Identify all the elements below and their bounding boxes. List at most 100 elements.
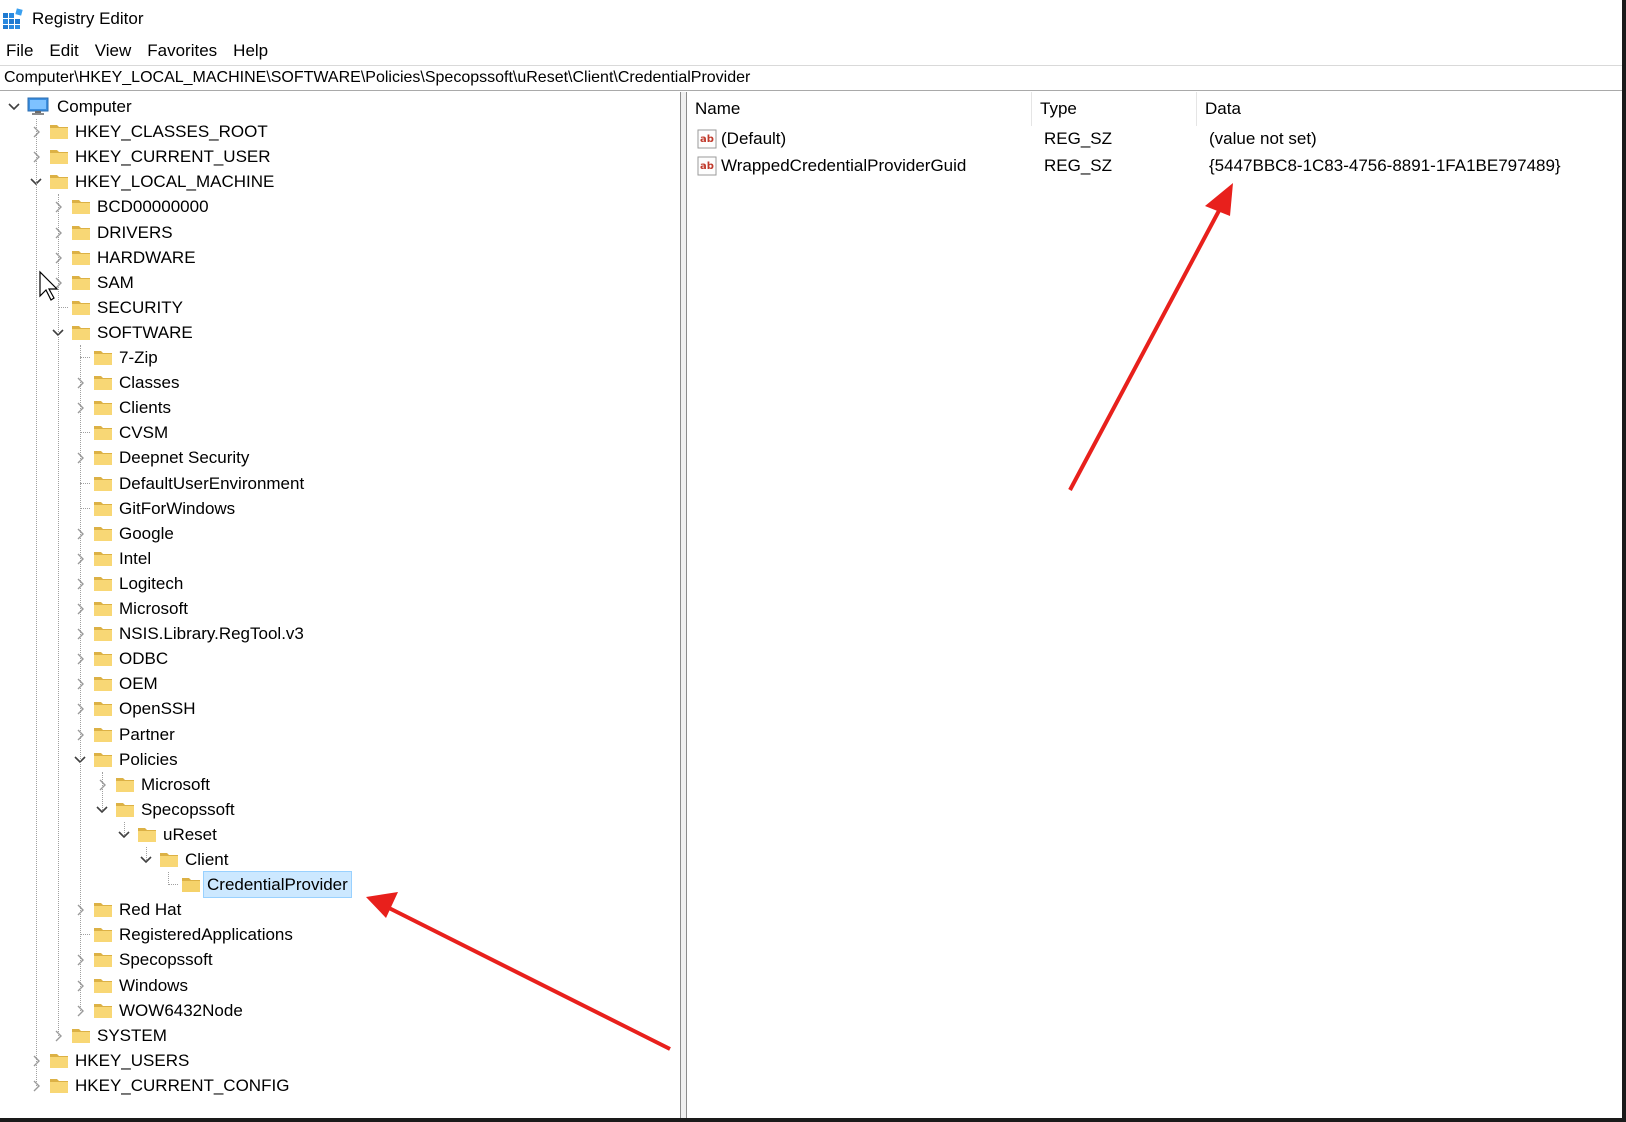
tree-node-label[interactable]: Google [116, 521, 177, 546]
tree-node-label[interactable]: Microsoft [138, 772, 213, 797]
tree-node-label[interactable]: HKEY_USERS [72, 1048, 192, 1073]
tree-node-label[interactable]: WOW6432Node [116, 998, 246, 1023]
tree-node-label[interactable]: HKEY_LOCAL_MACHINE [72, 169, 277, 194]
tree-node-label[interactable]: Client [182, 847, 231, 872]
tree-node-label[interactable]: OEM [116, 671, 161, 696]
tree-node-label[interactable]: Specopssoft [116, 947, 216, 972]
tree-node-label[interactable]: RegisteredApplications [116, 922, 296, 947]
tree-node-label[interactable]: DefaultUserEnvironment [116, 471, 307, 496]
tree-node-label[interactable]: Microsoft [116, 596, 191, 621]
tree-node[interactable]: BCD00000000 [0, 194, 675, 219]
tree-node-label[interactable]: HKEY_CLASSES_ROOT [72, 119, 271, 144]
column-header-data[interactable]: Data [1197, 92, 1626, 126]
tree-node-label[interactable]: HKEY_CURRENT_CONFIG [72, 1073, 292, 1098]
menu-bar: File Edit View Favorites Help [0, 38, 1626, 64]
string-value-icon: ab [697, 156, 717, 176]
tree-node-label[interactable]: Computer [54, 94, 135, 119]
folder-icon [92, 948, 114, 970]
tree-node-label[interactable]: HARDWARE [94, 245, 199, 270]
tree-node[interactable]: Deepnet Security [0, 445, 675, 470]
tree-node-label[interactable]: SAM [94, 270, 137, 295]
tree-node-label[interactable]: BCD00000000 [94, 194, 212, 219]
tree-node[interactable]: Policies [0, 747, 675, 772]
tree-node-label[interactable]: Partner [116, 722, 178, 747]
tree-node-label[interactable]: Windows [116, 973, 191, 998]
tree-node-label[interactable]: CredentialProvider [203, 871, 352, 899]
folder-icon [158, 848, 180, 870]
tree-node-label[interactable]: Deepnet Security [116, 445, 252, 470]
column-header-name[interactable]: Name [687, 92, 1032, 126]
tree-node[interactable]: Specopssoft [0, 947, 675, 972]
menu-view[interactable]: View [89, 41, 142, 61]
tree-node[interactable]: Google [0, 521, 675, 546]
tree-node-label[interactable]: NSIS.Library.RegTool.v3 [116, 621, 307, 646]
tree-node[interactable]: OEM [0, 671, 675, 696]
tree-node-label[interactable]: Specopssoft [138, 797, 238, 822]
tree-node[interactable]: HKEY_LOCAL_MACHINE [0, 169, 675, 194]
menu-edit[interactable]: Edit [43, 41, 88, 61]
tree-node[interactable]: HKEY_CURRENT_CONFIG [0, 1073, 675, 1098]
tree-node[interactable]: 7-Zip [0, 345, 675, 370]
tree-node[interactable]: RegisteredApplications [0, 922, 675, 947]
tree-node-label[interactable]: Classes [116, 370, 182, 395]
tree-node[interactable]: SYSTEM [0, 1023, 675, 1048]
tree-node[interactable]: HKEY_USERS [0, 1048, 675, 1073]
tree-node[interactable]: DefaultUserEnvironment [0, 471, 675, 496]
tree-node[interactable]: Logitech [0, 571, 675, 596]
tree-node[interactable]: CVSM [0, 420, 675, 445]
collapse-chevron-icon[interactable] [7, 100, 21, 114]
tree-node[interactable]: NSIS.Library.RegTool.v3 [0, 621, 675, 646]
tree-node[interactable]: Windows [0, 973, 675, 998]
tree-node[interactable]: GitForWindows [0, 496, 675, 521]
tree-node-label[interactable]: Logitech [116, 571, 186, 596]
values-list-pane[interactable]: Name Type Data ab (Default) REG_SZ (value n… [687, 92, 1626, 1118]
tree-node[interactable]: HKEY_CURRENT_USER [0, 144, 675, 169]
key-tree-pane[interactable]: Computer HKEY_CLASSES_ROOT HKEY_CURRENT_US… [0, 92, 681, 1118]
tree-node-label[interactable]: HKEY_CURRENT_USER [72, 144, 274, 169]
tree-node[interactable]: uReset [0, 822, 675, 847]
tree-node[interactable]: HKEY_CLASSES_ROOT [0, 119, 675, 144]
tree-node-label[interactable]: uReset [160, 822, 220, 847]
tree-node[interactable]: SAM [0, 270, 675, 295]
tree-guide-line [124, 821, 125, 835]
tree-node-label[interactable]: 7-Zip [116, 345, 161, 370]
tree-node-label[interactable]: Policies [116, 747, 181, 772]
tree-node[interactable]: HARDWARE [0, 245, 675, 270]
column-header-type[interactable]: Type [1032, 92, 1197, 126]
tree-node[interactable]: SOFTWARE [0, 320, 675, 345]
address-bar[interactable]: Computer\HKEY_LOCAL_MACHINE\SOFTWARE\Pol… [0, 65, 1626, 91]
address-path[interactable]: Computer\HKEY_LOCAL_MACHINE\SOFTWARE\Pol… [0, 69, 750, 87]
tree-node[interactable]: OpenSSH [0, 696, 675, 721]
value-row[interactable]: ab (Default) REG_SZ (value not set) [687, 126, 1626, 152]
tree-node-label[interactable]: ODBC [116, 646, 171, 671]
tree-node-label[interactable]: GitForWindows [116, 496, 238, 521]
tree-node[interactable]: Classes [0, 370, 675, 395]
tree-node-label[interactable]: Intel [116, 546, 154, 571]
tree-node[interactable]: Clients [0, 395, 675, 420]
tree-guide-line [80, 345, 81, 1011]
tree-node-label[interactable]: SECURITY [94, 295, 186, 320]
tree-node[interactable]: Microsoft [0, 596, 675, 621]
menu-help[interactable]: Help [227, 41, 278, 61]
tree-node[interactable]: DRIVERS [0, 220, 675, 245]
menu-file[interactable]: File [0, 41, 43, 61]
tree-node[interactable]: WOW6432Node [0, 998, 675, 1023]
tree-node-label[interactable]: DRIVERS [94, 220, 176, 245]
tree-node[interactable]: ODBC [0, 646, 675, 671]
folder-icon [92, 497, 114, 519]
tree-node[interactable]: SECURITY [0, 295, 675, 320]
tree-node-label[interactable]: SYSTEM [94, 1023, 170, 1048]
tree-node-label[interactable]: CVSM [116, 420, 171, 445]
menu-favorites[interactable]: Favorites [141, 41, 227, 61]
value-row[interactable]: ab WrappedCredentialProviderGuid REG_SZ {54… [687, 153, 1626, 179]
tree-node-label[interactable]: Red Hat [116, 897, 184, 922]
tree-node[interactable]: Intel [0, 546, 675, 571]
tree-node[interactable]: Red Hat [0, 897, 675, 922]
tree-node-label[interactable]: OpenSSH [116, 696, 199, 721]
tree-node-label[interactable]: Clients [116, 395, 174, 420]
tree-node[interactable]: Computer [0, 94, 675, 119]
tree-node-label[interactable]: SOFTWARE [94, 320, 196, 345]
tree-node[interactable]: Client [0, 847, 675, 872]
tree-node[interactable]: CredentialProvider [0, 871, 675, 899]
tree-node[interactable]: Partner [0, 722, 675, 747]
